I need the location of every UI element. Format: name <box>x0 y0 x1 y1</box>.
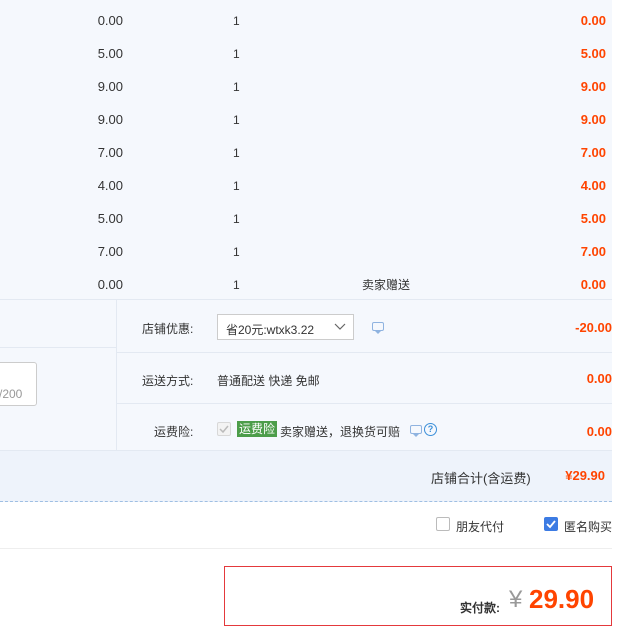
divider <box>0 299 612 300</box>
item-quantity: 1 <box>233 245 240 259</box>
insurance-amount: 0.00 <box>586 424 612 439</box>
message-textarea[interactable]: /200 <box>0 362 37 406</box>
table-row: 9.00 1 9.00 <box>0 102 612 135</box>
item-price: 4.00 <box>97 178 123 193</box>
table-row: 5.00 1 5.00 <box>0 201 612 234</box>
insurance-label: 运费险: <box>154 425 194 439</box>
item-price: 0.00 <box>97 277 123 292</box>
item-subtotal: 7.00 <box>580 244 606 259</box>
discount-amount: -20.00 <box>575 320 612 335</box>
item-price: 7.00 <box>97 145 123 160</box>
help-icon[interactable]: ? <box>424 423 437 436</box>
item-price: 0.00 <box>97 13 123 28</box>
item-subtotal: 7.00 <box>580 145 606 160</box>
table-row: 0.00 1 卖家赠送 0.00 <box>0 267 612 300</box>
divider <box>0 548 612 549</box>
item-subtotal: 9.00 <box>580 79 606 94</box>
item-note: 卖家赠送 <box>362 278 411 292</box>
item-price: 9.00 <box>97 79 123 94</box>
discount-label: 店铺优惠: <box>142 322 194 336</box>
store-total-amount: ¥29.90 <box>565 468 605 483</box>
shipping-method: 普通配送 快递 免邮 <box>217 374 320 388</box>
item-quantity: 1 <box>233 179 240 193</box>
item-quantity: 1 <box>233 80 240 94</box>
item-quantity: 1 <box>233 14 240 28</box>
table-row: 9.00 1 9.00 <box>0 69 612 102</box>
check-icon <box>219 425 229 434</box>
pay-label: 实付款: <box>460 601 500 615</box>
friend-pay-label[interactable]: 朋友代付 <box>456 518 504 535</box>
item-quantity: 1 <box>233 212 240 226</box>
message-icon[interactable] <box>372 322 384 334</box>
insurance-checkbox <box>217 422 231 436</box>
pay-summary-box: 实付款: ¥ 29.90 <box>224 566 612 626</box>
pay-currency: ¥ <box>509 586 523 613</box>
table-row: 0.00 1 0.00 <box>0 3 612 36</box>
message-icon[interactable] <box>410 425 422 437</box>
divider <box>116 403 612 404</box>
item-subtotal: 5.00 <box>580 211 606 226</box>
item-price: 5.00 <box>97 46 123 61</box>
store-total-row: 店铺合计(含运费) ¥29.90 <box>0 451 612 502</box>
item-subtotal: 0.00 <box>580 277 606 292</box>
insurance-text: 卖家赠送，退换货可赔 <box>280 425 401 439</box>
table-row: 7.00 1 7.00 <box>0 135 612 168</box>
discount-select[interactable]: 省20元:wtxk3.22 <box>217 314 354 340</box>
item-subtotal: 4.00 <box>580 178 606 193</box>
divider <box>116 352 612 353</box>
pay-amount: 29.90 <box>529 584 595 614</box>
message-counter: /200 <box>0 387 23 401</box>
item-quantity: 1 <box>233 47 240 61</box>
item-quantity: 1 <box>233 146 240 160</box>
item-subtotal: 5.00 <box>580 46 606 61</box>
item-price: 5.00 <box>97 211 123 226</box>
chevron-down-icon <box>334 323 346 330</box>
table-row: 5.00 1 5.00 <box>0 36 612 69</box>
shipping-label: 运送方式: <box>142 374 194 388</box>
item-price: 7.00 <box>97 244 123 259</box>
table-row: 7.00 1 7.00 <box>0 234 612 267</box>
store-total-label: 店铺合计(含运费) <box>431 471 531 486</box>
check-icon <box>546 520 556 529</box>
item-price: 9.00 <box>97 112 123 127</box>
item-quantity: 1 <box>233 278 240 292</box>
shipping-amount: 0.00 <box>586 371 612 386</box>
item-subtotal: 9.00 <box>580 112 606 127</box>
discount-select-value: 省20元:wtxk3.22 <box>226 323 315 337</box>
divider <box>116 299 117 450</box>
divider <box>0 347 116 348</box>
anonymous-checkbox[interactable] <box>544 517 558 531</box>
insurance-tag: 运费险 <box>237 421 278 437</box>
table-row: 4.00 1 4.00 <box>0 168 612 201</box>
friend-pay-checkbox[interactable] <box>436 517 450 531</box>
anonymous-label[interactable]: 匿名购买 <box>564 518 612 535</box>
item-quantity: 1 <box>233 113 240 127</box>
item-subtotal: 0.00 <box>580 13 606 28</box>
